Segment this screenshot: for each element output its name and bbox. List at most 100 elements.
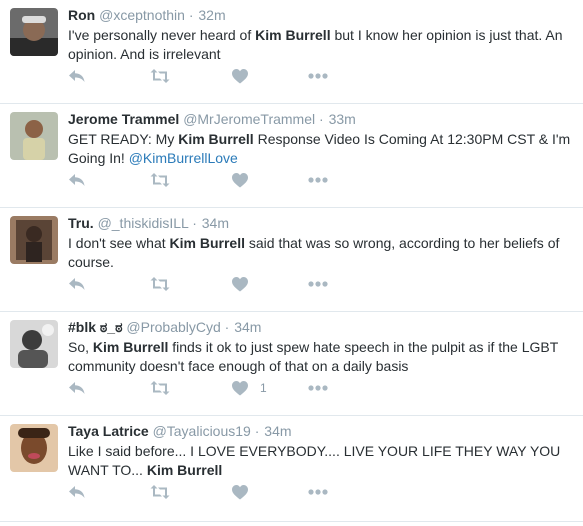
retweet-button[interactable] [150, 66, 170, 86]
avatar[interactable] [10, 8, 58, 56]
like-button[interactable] [232, 274, 260, 294]
like-button[interactable] [232, 66, 260, 86]
reply-icon [68, 68, 86, 84]
tweet-content: Taya Latrice @Tayalicious19 · 34m Like I… [68, 422, 573, 480]
tweet[interactable]: Taya Latrice @Tayalicious19 · 34m Like I… [0, 416, 583, 522]
tweet-content: Jerome Trammel @MrJeromeTrammel · 33m GE… [68, 110, 573, 168]
heart-icon [232, 380, 248, 396]
tweet-text: I don't see what Kim Burrell said that w… [68, 234, 573, 272]
text-segment: I've personally never heard of [68, 27, 256, 43]
tweet-content: Tru. @_thiskidisILL · 34m I don't see wh… [68, 214, 573, 272]
more-icon [308, 281, 328, 287]
text-segment: GET READY: My [68, 131, 179, 147]
tweet[interactable]: Tru. @_thiskidisILL · 34m I don't see wh… [0, 208, 583, 312]
heart-icon [232, 68, 248, 84]
author-name[interactable]: Ron [68, 7, 95, 23]
separator: · [188, 7, 194, 23]
author-name[interactable]: #blk ಠ_ಠ [68, 319, 123, 335]
tweet-header: Taya Latrice @Tayalicious19 · 34m [68, 422, 573, 440]
timestamp[interactable]: 34m [234, 319, 261, 335]
reply-icon [68, 172, 86, 188]
reply-button[interactable] [68, 66, 86, 86]
avatar[interactable] [10, 424, 58, 472]
text-segment: Like I said before... I LOVE EVERYBODY..… [68, 443, 561, 478]
more-icon [308, 489, 328, 495]
heart-icon [232, 276, 248, 292]
avatar[interactable] [10, 320, 58, 368]
tweet-actions [68, 274, 368, 294]
retweet-button[interactable] [150, 378, 170, 398]
tweet-text: GET READY: My Kim Burrell Response Video… [68, 130, 573, 168]
tweet-feed: Ron @xceptnothin · 32m I've personally n… [0, 0, 583, 522]
retweet-button[interactable] [150, 482, 170, 502]
tweet[interactable]: #blk ಠ_ಠ @ProbablyCyd · 34m So, Kim Burr… [0, 312, 583, 416]
more-icon [308, 73, 328, 79]
reply-icon [68, 380, 86, 396]
tweet-header: Jerome Trammel @MrJeromeTrammel · 33m [68, 110, 573, 128]
avatar[interactable] [10, 216, 58, 264]
more-icon [308, 177, 328, 183]
reply-button[interactable] [68, 482, 86, 502]
tweet-text: So, Kim Burrell finds it ok to just spew… [68, 338, 573, 376]
more-button[interactable] [308, 378, 328, 398]
highlighted-term: Kim Burrell [146, 462, 223, 478]
text-segment: So, [68, 339, 93, 355]
reply-button[interactable] [68, 170, 86, 190]
reply-icon [68, 276, 86, 292]
author-handle[interactable]: @_thiskidisILL [98, 215, 189, 231]
tweet-header: Ron @xceptnothin · 32m [68, 6, 573, 24]
tweet-actions [68, 170, 368, 190]
timestamp[interactable]: 32m [198, 7, 225, 23]
like-count: 1 [260, 381, 267, 395]
tweet[interactable]: Jerome Trammel @MrJeromeTrammel · 33m GE… [0, 104, 583, 208]
retweet-icon [150, 380, 170, 396]
timestamp[interactable]: 34m [264, 423, 291, 439]
author-handle[interactable]: @xceptnothin [99, 7, 185, 23]
tweet[interactable]: Ron @xceptnothin · 32m I've personally n… [0, 0, 583, 104]
reply-icon [68, 484, 86, 500]
tweet-content: #blk ಠ_ಠ @ProbablyCyd · 34m So, Kim Burr… [68, 318, 573, 376]
mention-link[interactable]: @KimBurrellLove [129, 150, 238, 166]
tweet-actions: 1 [68, 378, 368, 398]
text-segment: I don't see what [68, 235, 170, 251]
heart-icon [232, 484, 248, 500]
tweet-actions [68, 482, 368, 502]
tweet-text: Like I said before... I LOVE EVERYBODY..… [68, 442, 573, 480]
separator: · [224, 319, 230, 335]
more-button[interactable] [308, 482, 328, 502]
author-name[interactable]: Taya Latrice [68, 423, 149, 439]
tweet-header: Tru. @_thiskidisILL · 34m [68, 214, 573, 232]
heart-icon [232, 172, 248, 188]
separator: · [254, 423, 260, 439]
separator: · [319, 111, 324, 127]
retweet-icon [150, 276, 170, 292]
retweet-icon [150, 484, 170, 500]
reply-button[interactable] [68, 274, 86, 294]
avatar[interactable] [10, 112, 58, 160]
author-handle[interactable]: @Tayalicious19 [153, 423, 251, 439]
more-button[interactable] [308, 274, 328, 294]
author-name[interactable]: Tru. [68, 215, 94, 231]
like-button[interactable] [232, 482, 260, 502]
author-handle[interactable]: @MrJeromeTrammel [183, 111, 315, 127]
separator: · [192, 215, 197, 231]
like-button[interactable]: 1 [232, 378, 267, 398]
author-handle[interactable]: @ProbablyCyd [126, 319, 220, 335]
more-button[interactable] [308, 170, 328, 190]
highlighted-term: Kim Burrell [255, 27, 331, 43]
more-icon [308, 385, 328, 391]
tweet-content: Ron @xceptnothin · 32m I've personally n… [68, 6, 573, 64]
retweet-button[interactable] [150, 170, 170, 190]
highlighted-term: Kim Burrell [178, 131, 254, 147]
retweet-icon [150, 68, 170, 84]
retweet-button[interactable] [150, 274, 170, 294]
reply-button[interactable] [68, 378, 86, 398]
highlighted-term: Kim Burrell [169, 235, 245, 251]
tweet-text: I've personally never heard of Kim Burre… [68, 26, 573, 64]
timestamp[interactable]: 33m [329, 111, 356, 127]
more-button[interactable] [308, 66, 328, 86]
timestamp[interactable]: 34m [202, 215, 229, 231]
author-name[interactable]: Jerome Trammel [68, 111, 179, 127]
like-button[interactable] [232, 170, 260, 190]
tweet-actions [68, 66, 368, 86]
